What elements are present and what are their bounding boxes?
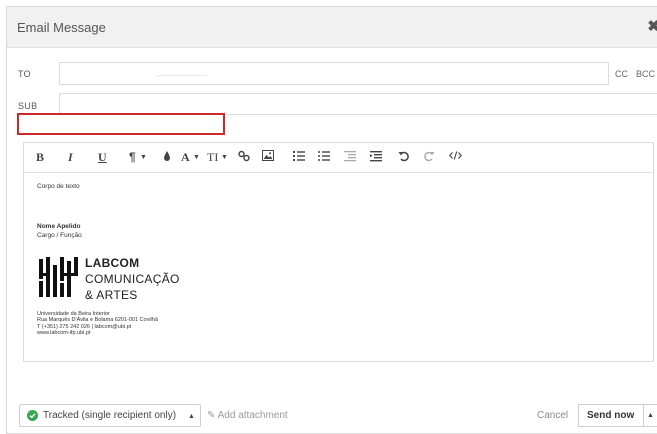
text-size-icon[interactable]: TI bbox=[207, 150, 218, 164]
ordered-list-icon[interactable] bbox=[293, 150, 305, 162]
outdent-icon[interactable] bbox=[344, 150, 356, 162]
caret-up-icon: ▲ bbox=[188, 413, 195, 420]
underline-icon[interactable]: U bbox=[98, 150, 107, 164]
indent-icon[interactable] bbox=[370, 150, 382, 162]
tracked-dropdown[interactable]: Tracked (single recipient only) ▲ bbox=[19, 404, 201, 427]
window-title: Email Message bbox=[17, 20, 106, 35]
ink-drop-icon[interactable] bbox=[163, 150, 171, 162]
email-message-window: Email Message ✖ TO CC BCC SUB B I U ¶ ▼ … bbox=[6, 6, 657, 434]
code-view-icon[interactable] bbox=[449, 150, 462, 161]
editor-toolbar: B I U ¶ ▼ A ▼ TI ▼ bbox=[24, 143, 653, 173]
font-color-icon[interactable]: A bbox=[181, 150, 190, 164]
image-icon[interactable] bbox=[262, 150, 274, 161]
text-size-caret-icon: ▼ bbox=[221, 154, 228, 161]
footer-bar: Tracked (single recipient only) ▲ ✎ Add … bbox=[7, 396, 657, 427]
signature-role: Cargo / Função bbox=[37, 232, 82, 239]
send-options-button[interactable]: ▲ bbox=[644, 404, 657, 427]
italic-icon[interactable]: I bbox=[68, 150, 73, 164]
address-line: www.labcom-ifp.ubi.pt bbox=[37, 330, 91, 337]
logo-line-2: COMUNICAÇÃO bbox=[85, 272, 180, 286]
subject-label: SUB bbox=[18, 101, 38, 111]
body-text: Corpo de texto bbox=[37, 183, 80, 190]
close-icon[interactable]: ✖ bbox=[647, 17, 657, 35]
undo-icon[interactable] bbox=[398, 150, 410, 162]
unordered-list-icon[interactable] bbox=[318, 150, 330, 162]
send-now-button[interactable]: Send now bbox=[578, 404, 644, 427]
add-attachment-link[interactable]: ✎ Add attachment bbox=[207, 410, 288, 421]
send-now-label: Send now bbox=[587, 410, 635, 421]
add-attachment-label: Add attachment bbox=[217, 410, 288, 421]
to-input[interactable] bbox=[59, 62, 609, 85]
cancel-button[interactable]: Cancel bbox=[537, 410, 568, 421]
signature-name: Nome Apelido bbox=[37, 223, 81, 230]
caret-up-icon: ▲ bbox=[647, 412, 654, 419]
labcom-logo: LABCOM COMUNICAÇÃO & ARTES bbox=[37, 253, 197, 307]
subject-input[interactable] bbox=[59, 93, 657, 115]
to-label: TO bbox=[18, 69, 31, 79]
title-bar: Email Message ✖ bbox=[7, 7, 657, 48]
rich-text-editor[interactable]: B I U ¶ ▼ A ▼ TI ▼ Corpo de texto Nome A… bbox=[23, 142, 654, 362]
redo-icon[interactable] bbox=[423, 150, 435, 162]
check-circle-icon bbox=[27, 410, 38, 421]
paragraph-caret-icon: ▼ bbox=[140, 154, 147, 161]
paperclip-icon: ✎ bbox=[207, 410, 216, 421]
signature-address: Universidade da Beira Interior Rua Marqu… bbox=[37, 311, 158, 337]
logo-line-3: & ARTES bbox=[85, 288, 138, 302]
labcom-logo-mark-icon bbox=[39, 257, 78, 297]
paragraph-icon[interactable]: ¶ bbox=[129, 150, 136, 164]
address-line: Rua Marquês D'Ávila e Bolama 6201-001 Co… bbox=[37, 317, 158, 324]
to-input-underline bbox=[157, 75, 207, 76]
logo-line-1: LABCOM bbox=[85, 256, 140, 270]
bold-icon[interactable]: B bbox=[36, 150, 44, 164]
link-icon[interactable] bbox=[238, 150, 250, 162]
font-color-caret-icon: ▼ bbox=[193, 154, 200, 161]
bcc-button[interactable]: BCC bbox=[636, 69, 655, 79]
highlight-box bbox=[17, 113, 225, 135]
cc-button[interactable]: CC bbox=[615, 69, 628, 79]
tracked-label: Tracked (single recipient only) bbox=[43, 410, 177, 421]
